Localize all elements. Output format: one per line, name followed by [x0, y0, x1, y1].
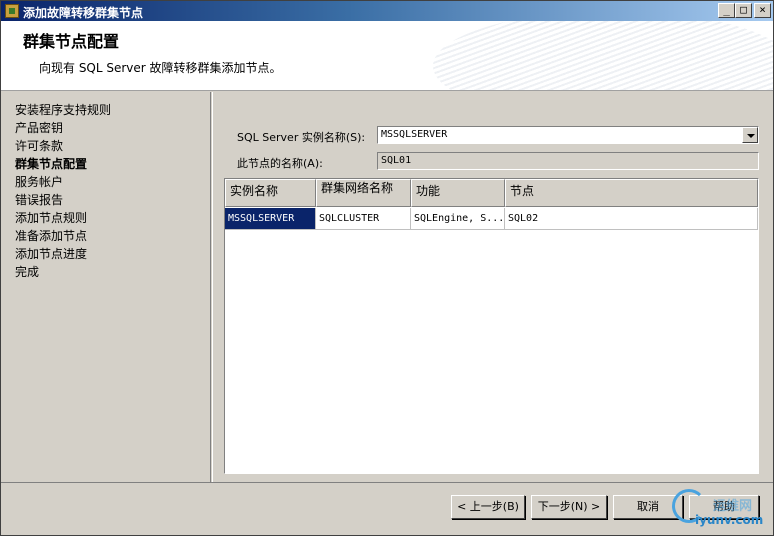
- page-title: 群集节点配置: [23, 32, 120, 51]
- instance-name-select[interactable]: MSSQLSERVER: [377, 126, 759, 144]
- main-panel: SQL Server 实例名称(S): MSSQLSERVER 此节点的名称(A…: [212, 92, 773, 482]
- column-header-nodes[interactable]: 节点: [505, 179, 758, 207]
- chevron-down-icon[interactable]: [742, 127, 758, 143]
- step-license-terms[interactable]: 许可条款: [15, 137, 63, 154]
- step-install-rules[interactable]: 安装程序支持规则: [15, 101, 111, 118]
- table-cell-nodes[interactable]: SQL02: [505, 208, 758, 230]
- step-service-accounts[interactable]: 服务帐户: [15, 173, 63, 190]
- step-product-key[interactable]: 产品密钥: [15, 119, 63, 136]
- node-name-field: SQL01: [377, 152, 759, 170]
- next-button[interactable]: 下一步(N) >: [531, 495, 607, 519]
- header-decoration: [433, 21, 773, 90]
- page-header: 群集节点配置 向现有 SQL Server 故障转移群集添加节点。: [1, 21, 773, 91]
- column-header-features[interactable]: 功能: [411, 179, 505, 207]
- wizard-steps: 安装程序支持规则 产品密钥 许可条款 群集节点配置 服务帐户 错误报告 添加节点…: [1, 92, 211, 482]
- watermark-bottom-text: iyunv.com: [695, 513, 764, 527]
- table-cell-features[interactable]: SQLEngine, S...: [411, 208, 505, 230]
- maximize-button[interactable]: □: [735, 3, 752, 18]
- instance-name-label: SQL Server 实例名称(S):: [237, 131, 366, 144]
- close-button[interactable]: ×: [754, 3, 771, 18]
- instance-name-value: MSSQLSERVER: [381, 129, 448, 140]
- title-bar[interactable]: 添加故障转移群集节点 _ □ ×: [1, 1, 773, 21]
- table-cell-network-name[interactable]: SQLCLUSTER: [316, 208, 411, 230]
- column-header-network-name[interactable]: 群集网络名称: [316, 179, 411, 207]
- step-cluster-node-config[interactable]: 群集节点配置: [15, 155, 87, 172]
- step-add-progress[interactable]: 添加节点进度: [15, 245, 87, 262]
- step-error-reporting[interactable]: 错误报告: [15, 191, 63, 208]
- step-add-node-rules[interactable]: 添加节点规则: [15, 209, 87, 226]
- table-cell-instance[interactable]: MSSQLSERVER: [225, 208, 316, 230]
- instances-grid[interactable]: 实例名称 群集网络名称 功能 节点 MSSQLSERVER SQLCLUSTER…: [224, 178, 759, 474]
- app-icon: [5, 4, 19, 18]
- step-complete[interactable]: 完成: [15, 263, 39, 280]
- minimize-button[interactable]: _: [718, 3, 735, 18]
- node-name-value: SQL01: [381, 155, 412, 166]
- window-title: 添加故障转移群集节点: [23, 6, 144, 20]
- back-button[interactable]: < 上一步(B): [451, 495, 525, 519]
- watermark: 运维网 iyunv.com: [669, 485, 773, 533]
- watermark-top-text: 运维网: [713, 499, 753, 514]
- node-name-label: 此节点的名称(A):: [237, 157, 323, 170]
- step-ready-to-add[interactable]: 准备添加节点: [15, 227, 87, 244]
- button-bar: < 上一步(B) 下一步(N) > 取消 帮助: [1, 482, 773, 535]
- column-header-instance[interactable]: 实例名称: [225, 179, 316, 207]
- page-subtitle: 向现有 SQL Server 故障转移群集添加节点。: [39, 61, 282, 75]
- wizard-window: 添加故障转移群集节点 _ □ × 群集节点配置 向现有 SQL Server 故…: [0, 0, 774, 536]
